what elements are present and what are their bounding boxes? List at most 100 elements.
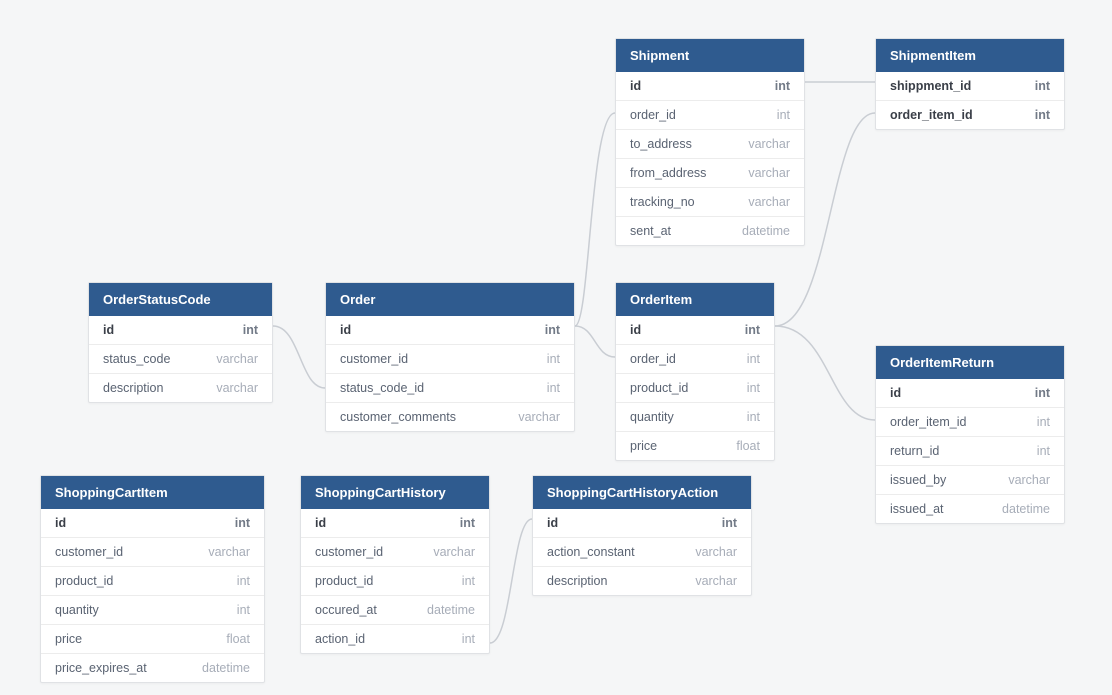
column-name: quantity (630, 410, 674, 424)
table-header: ShoppingCartHistory (301, 476, 489, 509)
column-name: price_expires_at (55, 661, 147, 675)
table-row: status_codevarchar (89, 345, 272, 374)
entity-table-order-status-code[interactable]: OrderStatusCodeidintstatus_codevarcharde… (88, 282, 273, 403)
table-row: product_idint (301, 567, 489, 596)
column-name: order_item_id (890, 415, 966, 429)
column-name: from_address (630, 166, 706, 180)
column-name: id (890, 386, 901, 400)
column-name: id (340, 323, 351, 337)
column-name: description (547, 574, 607, 588)
table-row: order_idint (616, 345, 774, 374)
table-row: id int (876, 379, 1064, 408)
table-row: id int (301, 509, 489, 538)
column-name: id (547, 516, 558, 530)
table-header: Order (326, 283, 574, 316)
table-row: action_id int (301, 625, 489, 653)
column-name: customer_comments (340, 410, 456, 424)
column-type: datetime (427, 603, 475, 617)
table-row: product_id int (41, 567, 264, 596)
column-name: id (103, 323, 114, 337)
column-name: customer_id (55, 545, 123, 559)
column-type: datetime (202, 661, 250, 675)
table-row: price float (41, 625, 264, 654)
column-name: order_item_id (890, 108, 973, 122)
table-row: issued_by varchar (876, 466, 1064, 495)
column-type: int (460, 516, 475, 530)
table-header: Shipment (616, 39, 804, 72)
table-row: id int (533, 509, 751, 538)
column-type: int (237, 574, 250, 588)
column-type: int (545, 323, 560, 337)
table-row: price_expires_at datetime (41, 654, 264, 682)
column-type: int (237, 603, 250, 617)
entity-table-shipment[interactable]: Shipmentidintorder_idintto_addressvarcha… (615, 38, 805, 246)
column-name: description (103, 381, 163, 395)
column-type: datetime (742, 224, 790, 238)
column-type: varchar (208, 545, 250, 559)
table-row: customer_id varchar (41, 538, 264, 567)
table-header: OrderStatusCode (89, 283, 272, 316)
table-row: status_code_idint (326, 374, 574, 403)
entity-table-shopping-cart-history[interactable]: ShoppingCartHistoryidintcustomer_idvarch… (300, 475, 490, 654)
entity-table-shopping-cart-item[interactable]: ShoppingCartItemidintcustomer_idvarcharp… (40, 475, 265, 683)
column-type: varchar (433, 545, 475, 559)
table-row: shippment_idint (876, 72, 1064, 101)
table-header: OrderItem (616, 283, 774, 316)
column-name: order_id (630, 352, 676, 366)
entity-table-shipment-item[interactable]: ShipmentItemshippment_idint order_item_id… (875, 38, 1065, 130)
column-name: status_code (103, 352, 170, 366)
entity-table-shopping-cart-history-action[interactable]: ShoppingCartHistoryAction id int action_con… (532, 475, 752, 596)
table-row: quantity int (41, 596, 264, 625)
column-name: occured_at (315, 603, 377, 617)
column-type: int (747, 381, 760, 395)
column-name: sent_at (630, 224, 671, 238)
column-name: id (630, 323, 641, 337)
column-type: int (775, 79, 790, 93)
column-type: int (1037, 415, 1050, 429)
entity-table-order-item-return[interactable]: OrderItemReturnidintorder_item_idintretu… (875, 345, 1065, 524)
column-type: int (1037, 444, 1050, 458)
column-type: int (547, 352, 560, 366)
column-type: int (747, 410, 760, 424)
column-name: customer_id (340, 352, 408, 366)
column-type: int (1035, 386, 1050, 400)
column-name: quantity (55, 603, 99, 617)
column-name: action_id (315, 632, 365, 646)
column-type: int (462, 632, 475, 646)
column-type: int (722, 516, 737, 530)
table-row: id int (326, 316, 574, 345)
column-name: price (55, 632, 82, 646)
column-type: varchar (748, 137, 790, 151)
column-name: issued_by (890, 473, 946, 487)
table-row: order_idint (616, 101, 804, 130)
column-name: id (55, 516, 66, 530)
table-header: ShoppingCartHistoryAction (533, 476, 751, 509)
table-row: order_item_id int (876, 408, 1064, 437)
table-row: quantity int (616, 403, 774, 432)
column-name: order_id (630, 108, 676, 122)
entity-table-order[interactable]: Order id int customer_id int status_code_idin… (325, 282, 575, 432)
column-type: int (1035, 108, 1050, 122)
table-header: ShipmentItem (876, 39, 1064, 72)
column-type: float (226, 632, 250, 646)
table-row: occured_at datetime (301, 596, 489, 625)
column-type: varchar (216, 381, 258, 395)
column-type: int (462, 574, 475, 588)
column-name: product_id (55, 574, 113, 588)
column-type: int (1035, 79, 1050, 93)
column-type: float (736, 439, 760, 453)
table-row: idint (616, 316, 774, 345)
table-row: idint (41, 509, 264, 538)
column-type: varchar (1008, 473, 1050, 487)
column-name: id (315, 516, 326, 530)
column-name: tracking_no (630, 195, 695, 209)
entity-table-order-item[interactable]: OrderItemidintorder_idintproduct_idintqu… (615, 282, 775, 461)
column-type: int (243, 323, 258, 337)
table-row: pricefloat (616, 432, 774, 460)
column-name: to_address (630, 137, 692, 151)
table-row: customer_commentsvarchar (326, 403, 574, 431)
table-row: from_address varchar (616, 159, 804, 188)
column-type: varchar (748, 166, 790, 180)
table-row: action_constantvarchar (533, 538, 751, 567)
table-row: return_idint (876, 437, 1064, 466)
